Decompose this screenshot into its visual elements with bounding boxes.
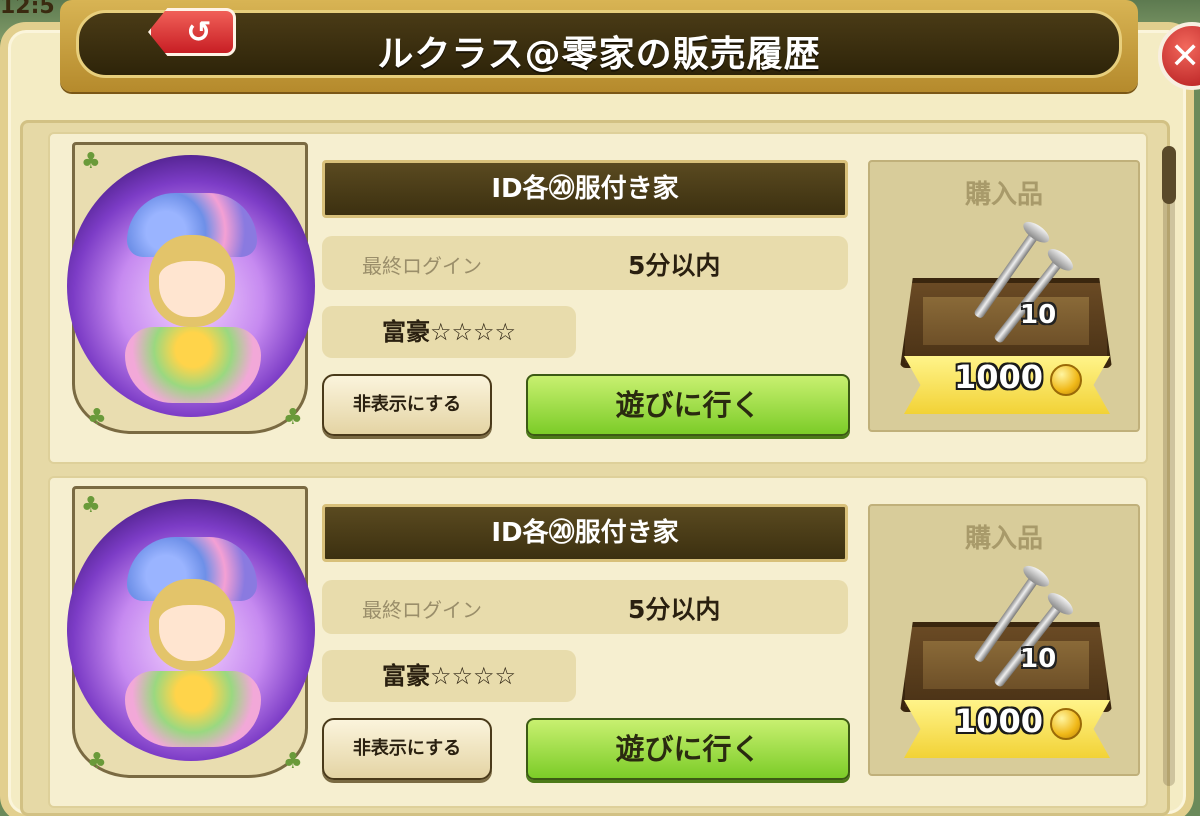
- house-name: ID各⑳服付き家: [322, 160, 848, 218]
- coin-icon: [1050, 364, 1082, 396]
- header-frame: ルクラス@零家の販売履歴 ↺: [60, 0, 1138, 92]
- close-icon: ✕: [1170, 35, 1200, 77]
- last-login-row: 最終ログイン 5分以内: [322, 580, 848, 634]
- avatar-frame: ♣ ♣ ♣: [67, 486, 315, 778]
- rank-badge: 富豪☆☆☆☆: [322, 306, 576, 358]
- purchase-title: 購入品: [964, 524, 1043, 554]
- status-clock: 12:5: [0, 0, 55, 19]
- house-name: ID各⑳服付き家: [322, 504, 848, 562]
- avatar-dress: [125, 327, 261, 403]
- clover-icon: ♣: [81, 149, 101, 174]
- last-login-row: 最終ログイン 5分以内: [322, 236, 848, 290]
- avatar: [67, 499, 315, 761]
- last-login-label: 最終ログイン: [362, 598, 482, 622]
- avatar-dress: [125, 671, 261, 747]
- avatar-frame: ♣ ♣ ♣: [67, 142, 315, 434]
- purchased-item-box: 購入品 10 1000: [868, 504, 1140, 776]
- avatar: [67, 155, 315, 417]
- clover-icon: ♣: [283, 749, 303, 774]
- last-login-value: 5分以内: [628, 251, 721, 280]
- item-count: 10: [1020, 300, 1057, 330]
- clover-icon: ♣: [87, 405, 107, 430]
- hide-button[interactable]: 非表示にする: [322, 718, 492, 780]
- back-arrow-icon: ↺: [186, 14, 212, 50]
- listing-card: ♣ ♣ ♣ ID各⑳服付き家 最終ログイン 5分以内 富豪☆☆☆☆ 非表示にする…: [48, 476, 1148, 808]
- clover-icon: ♣: [87, 749, 107, 774]
- hide-button[interactable]: 非表示にする: [322, 374, 492, 436]
- last-login-value: 5分以内: [628, 595, 721, 624]
- clover-icon: ♣: [283, 405, 303, 430]
- item-count: 10: [1020, 644, 1057, 674]
- visit-button[interactable]: 遊びに行く: [526, 374, 850, 436]
- avatar-face: [149, 235, 235, 327]
- coin-icon: [1050, 708, 1082, 740]
- rank-badge: 富豪☆☆☆☆: [322, 650, 576, 702]
- listing-card: ♣ ♣ ♣ ID各⑳服付き家 最終ログイン 5分以内 富豪☆☆☆☆ 非表示にする…: [48, 132, 1148, 464]
- avatar-face: [149, 579, 235, 671]
- last-login-label: 最終ログイン: [362, 254, 482, 278]
- scrollbar-track[interactable]: [1163, 146, 1175, 786]
- price: 1000: [954, 358, 1044, 396]
- purchase-title: 購入品: [964, 180, 1043, 210]
- price: 1000: [954, 702, 1044, 740]
- scrollbar-thumb[interactable]: [1162, 146, 1176, 204]
- clover-icon: ♣: [81, 493, 101, 518]
- purchased-item-box: 購入品 10 1000: [868, 160, 1140, 432]
- visit-button[interactable]: 遊びに行く: [526, 718, 850, 780]
